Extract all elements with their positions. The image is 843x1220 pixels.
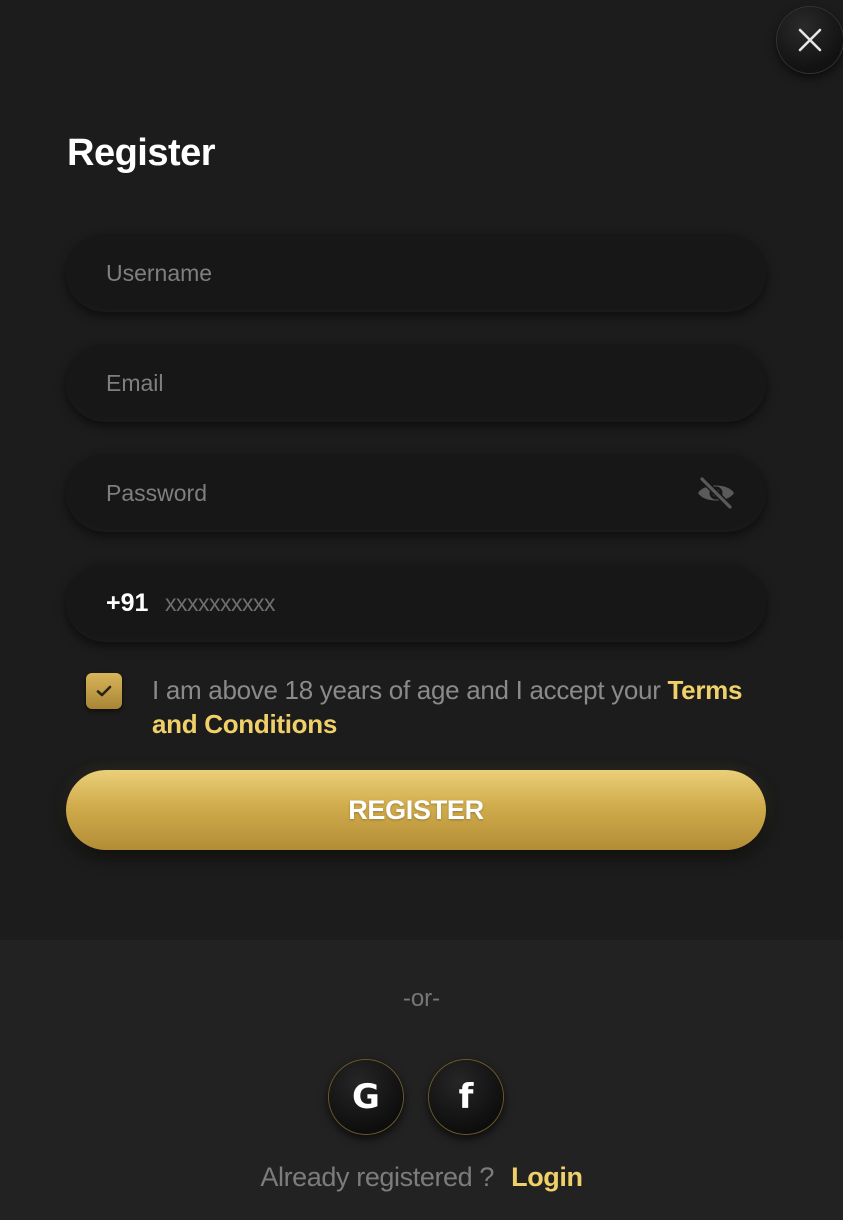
facebook-login-button[interactable]: f	[429, 1060, 503, 1134]
login-prompt: Already registered ? Login	[0, 1162, 843, 1193]
page-title: Register	[67, 132, 216, 174]
country-code: +91	[106, 589, 149, 617]
password-input[interactable]	[106, 454, 706, 532]
terms-checkbox[interactable]	[86, 673, 122, 709]
eye-off-icon	[698, 476, 734, 510]
close-icon	[798, 28, 822, 52]
password-field[interactable]	[66, 454, 766, 532]
close-button[interactable]	[777, 7, 843, 73]
username-field[interactable]	[66, 234, 766, 312]
password-visibility-toggle[interactable]	[694, 473, 738, 513]
email-input[interactable]	[106, 344, 706, 422]
check-icon	[96, 685, 112, 697]
google-login-button[interactable]: G	[329, 1060, 403, 1134]
facebook-icon: f	[458, 1077, 474, 1117]
register-button[interactable]: REGISTER	[66, 770, 766, 850]
register-modal: Register +91	[0, 0, 843, 1220]
phone-input[interactable]	[165, 564, 725, 642]
login-link[interactable]: Login	[511, 1162, 583, 1192]
google-icon: G	[352, 1077, 380, 1117]
or-divider: -or-	[402, 985, 441, 1012]
email-field[interactable]	[66, 344, 766, 422]
username-input[interactable]	[106, 234, 706, 312]
phone-field[interactable]: +91	[66, 564, 766, 642]
terms-label: I am above 18 years of age and I accept …	[152, 675, 661, 705]
terms-text: I am above 18 years of age and I accept …	[152, 673, 792, 741]
already-registered-text: Already registered ?	[260, 1162, 495, 1192]
register-panel: Register +91	[0, 0, 843, 940]
